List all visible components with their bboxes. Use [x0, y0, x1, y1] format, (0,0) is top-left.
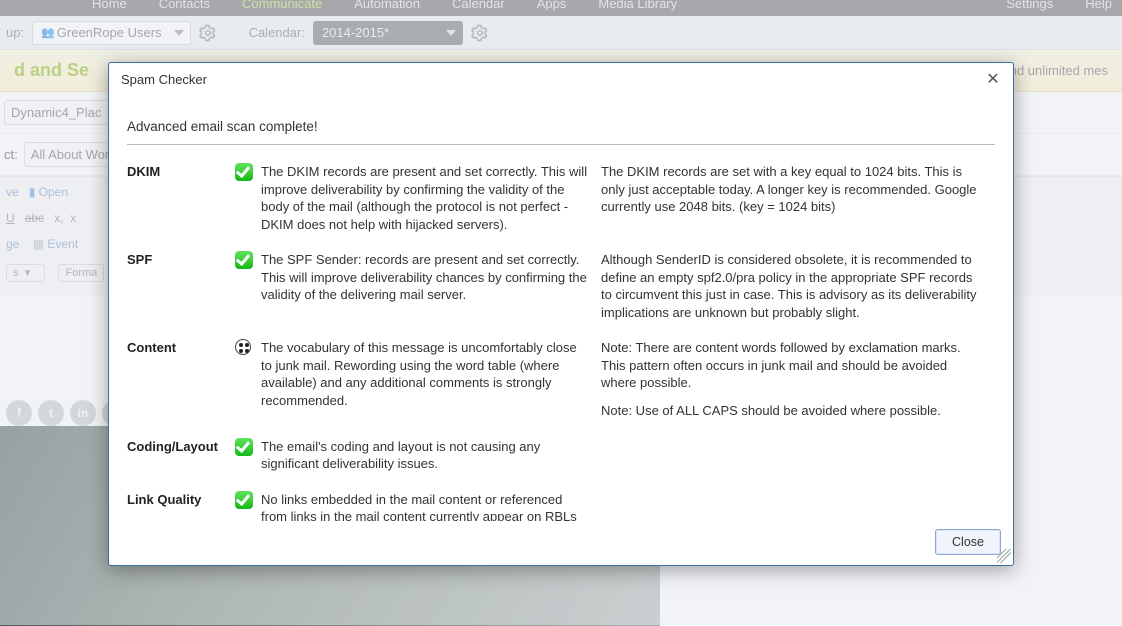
table-row: SPF The SPF Sender: records are present … — [127, 247, 995, 335]
scan-table: DKIM The DKIM records are present and se… — [127, 159, 995, 521]
row-col2: The DKIM records are set with a key equa… — [601, 159, 995, 247]
row-col1: The email's coding and layout is not cau… — [261, 434, 601, 487]
table-row: Link Quality No links embedded in the ma… — [127, 487, 995, 521]
table-row: Coding/Layout The email's coding and lay… — [127, 434, 995, 487]
modal-title: Spam Checker — [121, 72, 207, 87]
check-icon — [235, 491, 253, 509]
spam-checker-modal: Spam Checker ✕ Advanced email scan compl… — [108, 62, 1014, 566]
modal-footer: Close — [109, 521, 1013, 565]
close-button[interactable]: Close — [935, 529, 1001, 555]
check-icon — [235, 251, 253, 269]
row-col2: Note: There are content words followed b… — [601, 335, 995, 433]
table-row: Content The vocabulary of this message i… — [127, 335, 995, 433]
modal-content: Advanced email scan complete! DKIM The D… — [109, 95, 1013, 521]
row-col2b: Note: Use of ALL CAPS should be avoided … — [601, 402, 985, 420]
row-label: DKIM — [127, 159, 235, 247]
row-label: Content — [127, 335, 235, 433]
row-col2: Although SenderID is considered obsolete… — [601, 247, 995, 335]
resize-handle[interactable] — [997, 549, 1011, 563]
check-icon — [235, 438, 253, 456]
row-col1: The vocabulary of this message is uncomf… — [261, 335, 601, 433]
row-col1: No links embedded in the mail content or… — [261, 487, 601, 521]
scan-complete-text: Advanced email scan complete! — [127, 101, 995, 145]
row-col2a: Note: There are content words followed b… — [601, 339, 985, 392]
row-label: Coding/Layout — [127, 434, 235, 487]
row-col2 — [601, 434, 995, 487]
close-icon[interactable]: ✕ — [983, 69, 1003, 89]
radiation-icon — [235, 339, 251, 355]
table-row: DKIM The DKIM records are present and se… — [127, 159, 995, 247]
row-col2 — [601, 487, 995, 521]
row-label: Link Quality — [127, 487, 235, 521]
row-col1: The SPF Sender: records are present and … — [261, 247, 601, 335]
modal-titlebar: Spam Checker ✕ — [109, 63, 1013, 95]
row-label: SPF — [127, 247, 235, 335]
row-col1: The DKIM records are present and set cor… — [261, 159, 601, 247]
check-icon — [235, 163, 253, 181]
